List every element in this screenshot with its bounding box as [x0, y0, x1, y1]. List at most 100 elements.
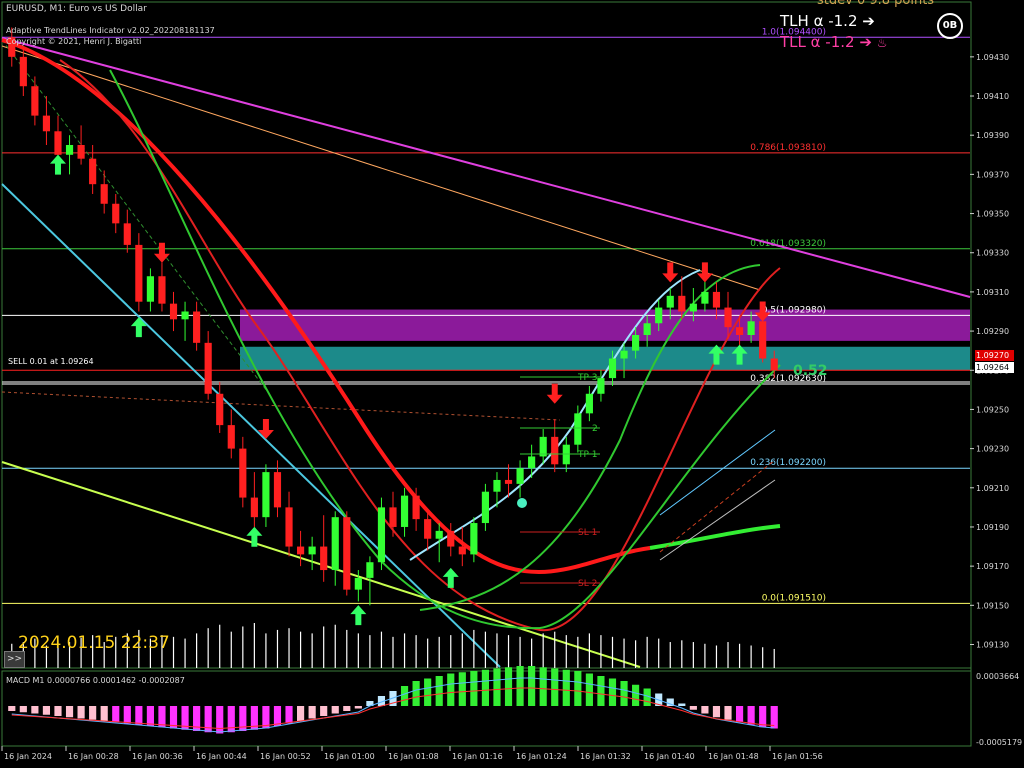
candle [135, 233, 143, 312]
macd-histogram-bar [701, 706, 709, 714]
candle-body [701, 291, 709, 304]
time-tick-label: 16 Jan 01:16 [452, 752, 503, 761]
candle-body [516, 468, 524, 484]
macd-histogram-bar [135, 706, 143, 725]
price-tick-label: 1.09150 [976, 601, 1009, 610]
candle-body [551, 436, 559, 465]
sell-arrow-icon [546, 383, 563, 404]
time-tick-label: 16 Jan 00:36 [132, 752, 183, 761]
price-zone [240, 309, 970, 341]
fib-level-label: 0.786(1.093810) [750, 143, 826, 153]
macd-histogram-bar [400, 686, 409, 706]
candle-body [747, 321, 755, 335]
candle [400, 487, 409, 537]
candle [343, 511, 351, 596]
candle-body [724, 307, 732, 328]
sell-arrow-icon [662, 262, 679, 283]
macd-histogram-bar [747, 706, 755, 725]
candle [193, 301, 201, 351]
candle [216, 382, 224, 433]
candle-body [389, 507, 397, 527]
candle-body [493, 479, 501, 492]
arrow-right-icon: ➔ [859, 33, 872, 51]
copyright-text: Copyright © 2021, Henri J. Bigatti [6, 37, 142, 46]
candle [19, 47, 27, 97]
scroll-right-button[interactable]: >> [4, 651, 25, 668]
macd-histogram-bar [735, 706, 744, 723]
macd-histogram-bar [632, 684, 640, 706]
candle-body [273, 472, 282, 508]
macd-histogram-bar [724, 706, 732, 720]
candle [551, 419, 559, 473]
fib-level-label: 0.236(1.092200) [750, 458, 826, 468]
macd-histogram-bar [493, 668, 501, 706]
macd-histogram-bar [31, 706, 39, 714]
macd-histogram-bar [320, 706, 328, 716]
time-tick-label: 16 Jan 01:00 [324, 752, 375, 761]
candle-body [146, 276, 154, 302]
candle-body [412, 495, 420, 520]
price-tick-label: 1.09350 [976, 210, 1009, 219]
candle-body [770, 358, 778, 371]
zone-layer [240, 309, 970, 371]
sell-price-tag: 1.09264 [975, 362, 1014, 373]
candle-body [262, 472, 270, 518]
macd-label: MACD M1 0.0000766 0.0001462 -0.0002087 [6, 676, 185, 685]
candle-body [308, 546, 316, 555]
price-tick-label: 1.09130 [976, 640, 1009, 649]
candle-body [470, 523, 478, 555]
price-tick-label: 1.09230 [976, 445, 1009, 454]
price-tick-label: 1.09370 [976, 170, 1009, 179]
time-tick-label: 16 Jan 01:32 [580, 752, 631, 761]
macd-histogram-bar [285, 706, 293, 724]
candle [204, 331, 212, 400]
symbol-title: EURUSD, M1: Euro vs US Dollar [6, 4, 147, 14]
candle [481, 483, 489, 531]
price-tick-label: 1.09190 [976, 523, 1009, 532]
candle-body [112, 203, 120, 224]
flame-icon: ♨ [876, 36, 888, 50]
candle [389, 491, 397, 537]
lower-trendline-cyan [1, 183, 501, 668]
candle [458, 526, 466, 567]
candle [227, 409, 235, 459]
candle-body [343, 517, 351, 590]
candle [424, 511, 432, 551]
candle [516, 460, 524, 498]
time-tick-label: 16 Jan 01:40 [644, 752, 695, 761]
tp3-label: TP 3 [577, 373, 598, 383]
candle [42, 96, 51, 145]
buy-arrow-icon [49, 154, 66, 175]
channel-dashed-line [1, 39, 271, 396]
candle-body [689, 303, 697, 312]
channel-lower-gray [659, 479, 776, 561]
date-label: 2024.01.15 22:37 [18, 633, 170, 653]
macd-histogram-bar [597, 676, 605, 706]
candle-body [574, 413, 582, 445]
channel-mid-red [659, 459, 776, 553]
candle [262, 464, 270, 527]
macd-histogram-bar [216, 706, 224, 734]
value-label: 0.52 [793, 363, 828, 379]
time-tick-label: 16 Jan 01:08 [388, 752, 439, 761]
macd-histogram-bar [424, 678, 432, 706]
macd-histogram-bar [146, 706, 154, 726]
price-tick-label: 1.09310 [976, 288, 1009, 297]
macd-histogram-bar [354, 706, 362, 709]
macd-tick-label: -0.0005179 [976, 738, 1022, 747]
candle [447, 523, 455, 557]
candle-body [597, 378, 605, 394]
price-tick-label: 1.09250 [976, 405, 1009, 414]
candle-body [100, 184, 108, 204]
macd-histogram-bar [77, 706, 85, 719]
macd-histogram-bar [308, 706, 316, 719]
candle-body [528, 456, 536, 469]
candle-body [424, 519, 432, 539]
sl2-label: SL 2 [578, 579, 597, 589]
candle-body [135, 244, 143, 302]
candle [470, 517, 478, 563]
candle-body [632, 335, 640, 351]
macd-histogram-bar [89, 706, 97, 720]
macd-histogram-bar [447, 673, 455, 706]
signal-dot [517, 498, 527, 508]
